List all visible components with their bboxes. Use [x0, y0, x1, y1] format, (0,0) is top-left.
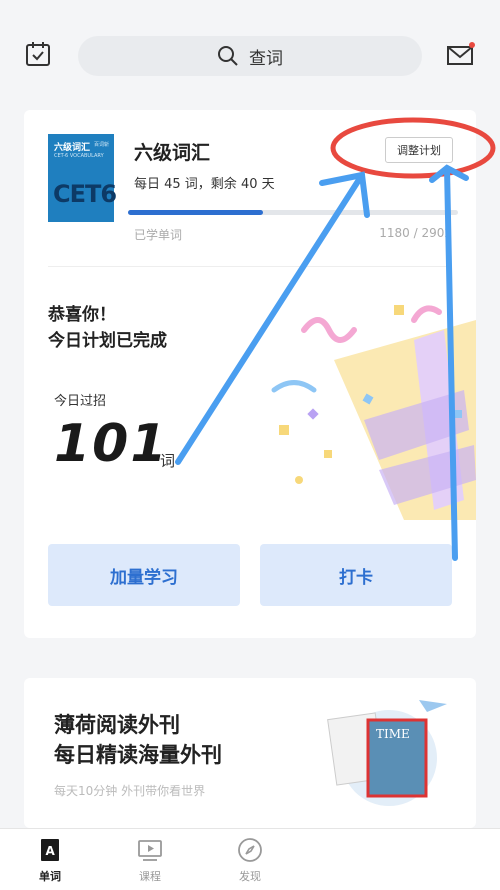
learned-count: 1180 / 2902: [379, 226, 452, 240]
promo-subtitle: 每天10分钟 外刊带你看世界: [54, 784, 206, 798]
promo-title: 薄荷阅读外刊 每日精读海量外刊: [54, 710, 222, 770]
calendar-check-icon[interactable]: [24, 40, 52, 68]
tab-label: 课程: [139, 870, 161, 883]
study-more-button[interactable]: 加量学习: [48, 544, 240, 606]
book-a-icon: A: [41, 839, 59, 861]
party-popper-illustration: [271, 305, 476, 520]
promo-line-1: 薄荷阅读外刊: [54, 713, 180, 737]
magazine-title: TIME: [376, 727, 410, 741]
compass-icon: [238, 838, 262, 862]
tab-courses[interactable]: 课程: [120, 837, 180, 884]
tab-words[interactable]: A 单词: [20, 837, 80, 884]
progress-fill: [128, 210, 264, 215]
search-icon: [218, 46, 238, 66]
cover-title: 六级词汇: [54, 143, 91, 153]
video-icon: [138, 840, 162, 861]
search-bar[interactable]: 查词: [78, 36, 422, 76]
divider: [48, 266, 452, 267]
today-count: 101: [54, 414, 169, 474]
cover-subtitle: CET-6 VOCABULARY: [54, 153, 104, 159]
check-in-button[interactable]: 打卡: [260, 544, 452, 606]
svg-text:A: A: [46, 844, 56, 858]
tab-label: 单词: [39, 870, 61, 883]
tab-label: 发现: [239, 870, 261, 883]
top-bar: 查词: [0, 0, 500, 100]
adjust-plan-button[interactable]: 调整计划: [385, 137, 453, 163]
today-label: 今日过招: [54, 394, 107, 409]
mail-icon[interactable]: [446, 40, 476, 68]
today-count-unit: 词: [160, 452, 176, 470]
book-cover: 六级词汇 CET-6 VOCABULARY 百词斩 CET6: [48, 134, 117, 222]
cover-brand: 百词斩: [93, 142, 109, 148]
search-label: 查词: [249, 48, 283, 69]
congrats-message: 恭喜你！ 今日计划已完成: [48, 302, 167, 354]
plan-text: 每日 45 词，剩余 40 天: [134, 177, 275, 192]
bottom-tab-bar: A 单词 课程 发现: [0, 828, 500, 890]
vocab-plan-card: 六级词汇 CET-6 VOCABULARY 百词斩 CET6 六级词汇 每日 4…: [24, 110, 476, 638]
congrats-line-1: 恭喜你！: [48, 305, 116, 325]
book-title: 六级词汇: [134, 142, 211, 164]
promo-line-2: 每日精读海量外刊: [54, 743, 222, 767]
tab-discover[interactable]: 发现: [220, 837, 280, 884]
learned-label: 已学单词: [134, 228, 183, 242]
magazine-illustration: TIME: [327, 700, 447, 806]
congrats-line-2: 今日计划已完成: [48, 331, 167, 351]
cover-big-text: CET6: [53, 180, 117, 208]
learning-progress-bar: [128, 210, 458, 215]
reading-promo-card[interactable]: 薄荷阅读外刊 每日精读海量外刊 每天10分钟 外刊带你看世界 TIME: [24, 678, 476, 828]
